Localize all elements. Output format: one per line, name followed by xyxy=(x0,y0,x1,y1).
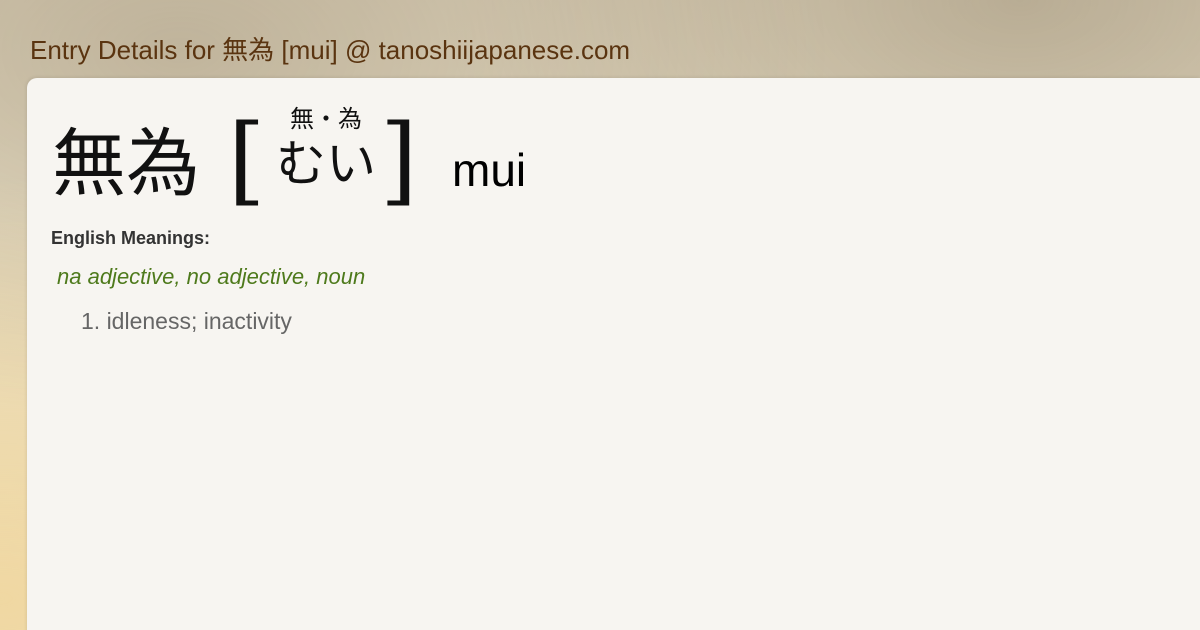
entry-kanji: 無為 xyxy=(52,121,200,207)
reading-bracket-open: [ xyxy=(228,104,266,216)
reading-block: 無・為 むい xyxy=(266,104,386,194)
meaning-item: 1. idleness; inactivity xyxy=(81,308,292,334)
furigana-kanji: 無・為 xyxy=(290,105,362,133)
reading-bracket-close: ] xyxy=(380,104,418,216)
page-title: Entry Details for 無為 [mui] @ tanoshiijap… xyxy=(30,35,631,65)
part-of-speech: na adjective, no adjective, noun xyxy=(57,264,366,289)
entry-romaji: mui xyxy=(452,144,527,196)
entry-heading: 無為 [ 無・為 むい ] mui xyxy=(52,104,752,214)
entry-kana: むい xyxy=(276,135,376,193)
meanings-label: English Meanings: xyxy=(51,228,211,248)
